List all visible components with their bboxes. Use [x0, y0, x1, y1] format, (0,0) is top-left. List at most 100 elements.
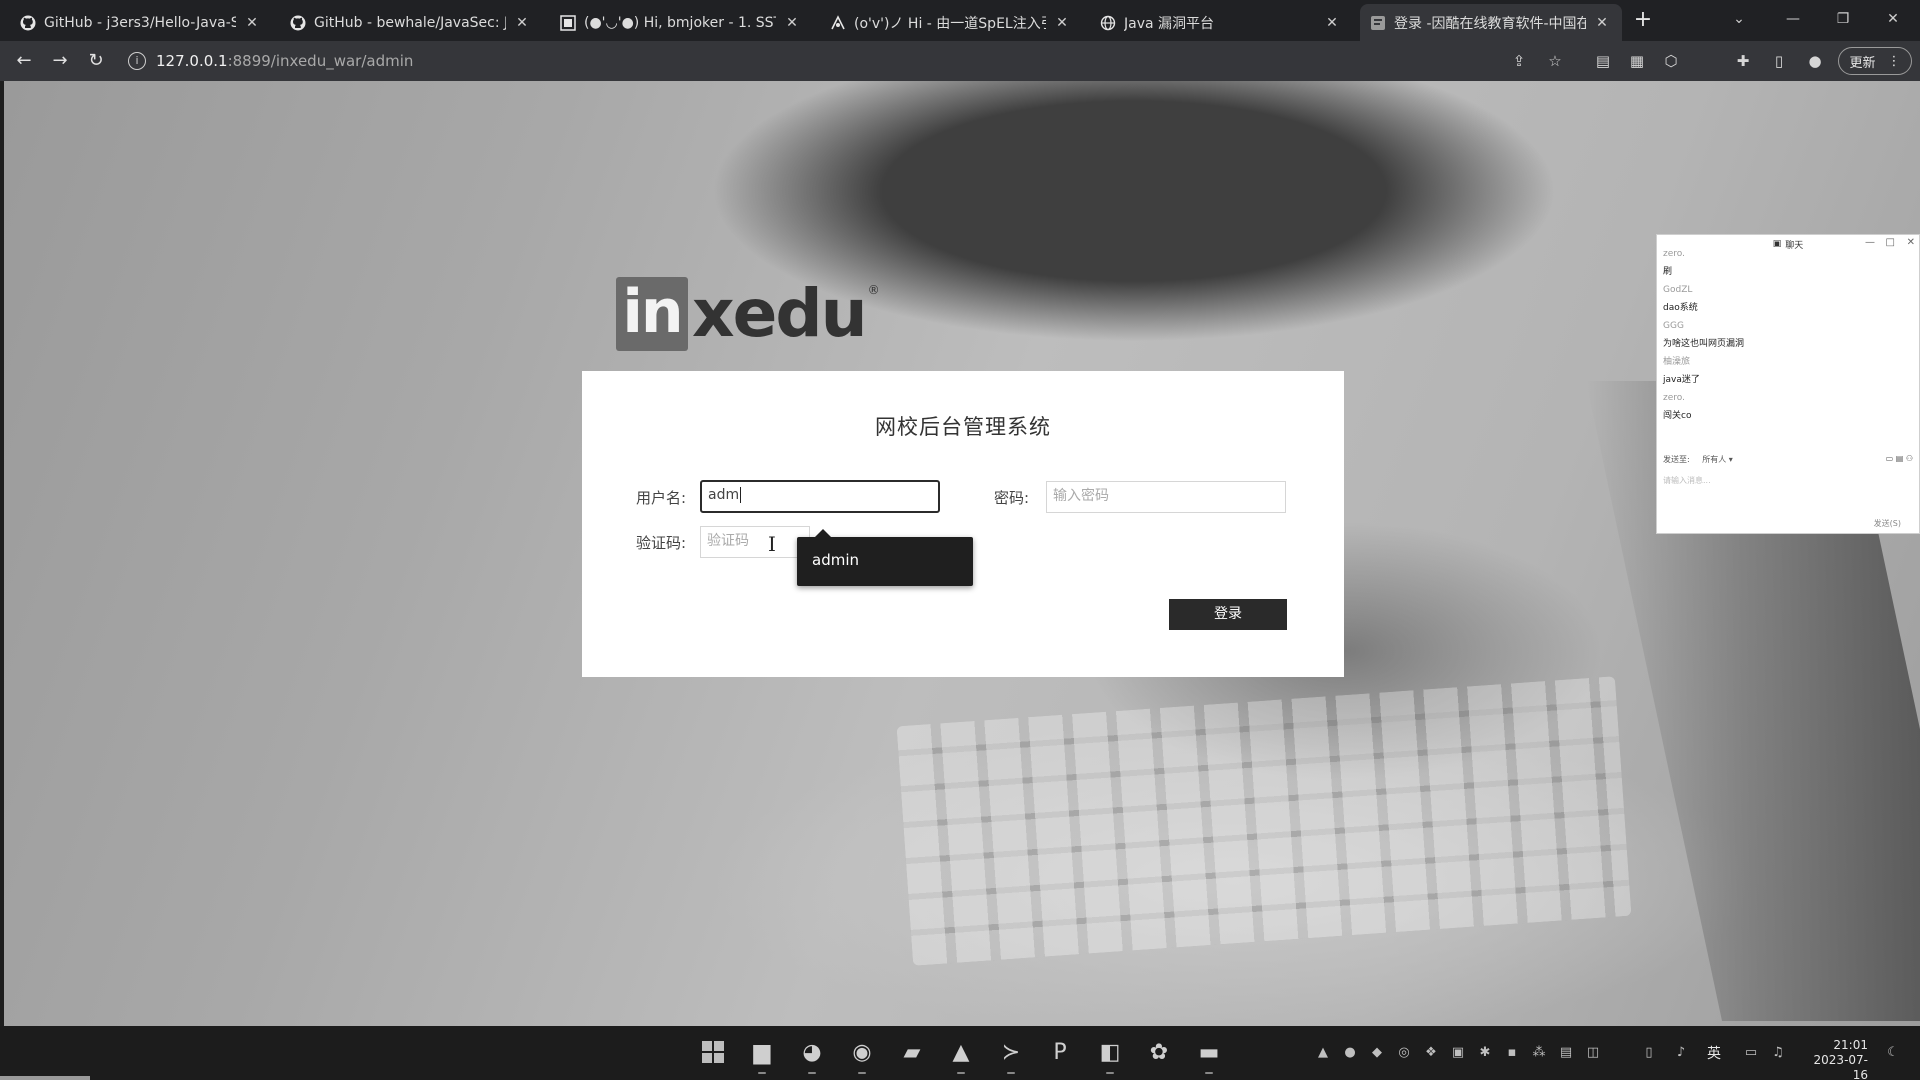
minimize-icon[interactable]: —	[1865, 237, 1875, 248]
input-method-indicator[interactable]: 英	[1707, 1043, 1721, 1063]
username-label: 用户名:	[636, 489, 687, 507]
tray-shield-icon[interactable]: ◆	[1368, 1044, 1386, 1062]
login-button[interactable]: 登录	[1169, 599, 1287, 630]
minimize-icon[interactable]: —	[1770, 0, 1816, 38]
extension-icon[interactable]: ▦	[1626, 50, 1648, 72]
chevron-down-icon: ▾	[1728, 455, 1733, 464]
share-icon[interactable]: ⇪	[1508, 50, 1530, 72]
chat-sender-name: zero.	[1663, 393, 1685, 403]
bookmark-star-icon[interactable]: ☆	[1544, 50, 1566, 72]
clock-time: 21:01	[1833, 1038, 1868, 1052]
file-explorer-icon[interactable]: ▆	[746, 1036, 778, 1074]
more-menu-icon[interactable]: ⋮	[1888, 54, 1901, 69]
tray-app-icon[interactable]: ▲	[1314, 1044, 1332, 1062]
p-app-icon[interactable]: P	[1044, 1036, 1076, 1068]
tray-app-icon[interactable]: ▤	[1557, 1044, 1575, 1062]
close-icon[interactable]: ✕	[782, 15, 802, 31]
login-panel: 网校后台管理系统 用户名: adm 密码: 输入密码 验证码: 验证码 登录	[582, 371, 1344, 677]
chat-send-button[interactable]: 发送(S)	[1874, 518, 1901, 529]
battery-icon[interactable]: ▯	[1640, 1044, 1658, 1062]
site-icon	[830, 14, 846, 31]
close-icon[interactable]: ✕	[1907, 237, 1915, 248]
autocomplete-suggestion[interactable]: admin	[797, 529, 973, 586]
photos-app-icon[interactable]: ▲	[945, 1036, 977, 1074]
update-button[interactable]: 更新 ⋮	[1838, 47, 1912, 75]
username-input[interactable]: adm	[700, 480, 940, 513]
tab-java-vuln-platform[interactable]: Java 漏洞平台 ✕	[1090, 4, 1352, 41]
tray-app-icon[interactable]: ◫	[1584, 1044, 1602, 1062]
tab-title: (o'v')ノ Hi - 由一道SpEL注入引	[854, 15, 1046, 32]
password-input[interactable]: 输入密码	[1046, 481, 1286, 513]
notes-app-icon[interactable]: ▰	[896, 1036, 928, 1068]
chrome-browser-icon[interactable]: ◉	[846, 1036, 878, 1074]
tray-app-icon[interactable]: ❖	[1422, 1044, 1440, 1062]
tab-title: Java 漏洞平台	[1124, 15, 1215, 32]
password-label: 密码:	[994, 489, 1030, 507]
tray-app-icon[interactable]: ▣	[1449, 1044, 1467, 1062]
side-panel-icon[interactable]: ▯	[1768, 50, 1790, 72]
forward-icon[interactable]: →	[46, 47, 74, 75]
intellij-icon[interactable]: ◧	[1094, 1036, 1126, 1074]
chat-sender-name: 柚澡旅	[1663, 357, 1691, 367]
close-icon[interactable]: ✕	[512, 15, 532, 31]
address-bar[interactable]: i 127.0.0.1 :8899/inxedu_war/admin	[128, 46, 1528, 76]
tab-search-icon[interactable]: ⌄	[1716, 0, 1762, 38]
tab-bmjoker-ssti[interactable]: (●'◡'●) Hi, bmjoker - 1. SSTI ✕	[550, 4, 812, 41]
remote-desktop-icon[interactable]: ▬	[1193, 1036, 1225, 1074]
network-icon[interactable]: ▭	[1742, 1044, 1760, 1062]
terminal-icon[interactable]: ≻	[995, 1036, 1027, 1074]
chat-input[interactable]: 请输入消息...	[1663, 475, 1711, 486]
tab-javasec[interactable]: GitHub - bewhale/JavaSec: Ja ✕	[280, 4, 542, 41]
tab-spel-injection[interactable]: (o'v')ノ Hi - 由一道SpEL注入引 ✕	[820, 4, 1082, 41]
browser-toolbar: ← → ↻ i 127.0.0.1 :8899/inxedu_war/admin…	[0, 41, 1920, 81]
inxedu-logo: in xedu ®	[616, 277, 880, 351]
tab-title: GitHub - bewhale/JavaSec: Ja	[314, 14, 506, 31]
captcha-input[interactable]: 验证码	[700, 526, 810, 558]
close-icon[interactable]: ✕	[1052, 15, 1072, 31]
chat-header: ▣ 聊天 — □ ✕	[1657, 235, 1919, 253]
logo-in: in	[616, 277, 688, 351]
tray-app-icon[interactable]: ◎	[1395, 1044, 1413, 1062]
update-label: 更新	[1849, 55, 1876, 71]
chat-send-bar: 发送至: 所有人 ▾ ▭ ▤ ⚇	[1663, 454, 1913, 468]
tray-app-icon[interactable]: ▪	[1503, 1044, 1521, 1062]
send-to-label: 发送至:	[1663, 455, 1690, 464]
start-windows-icon[interactable]	[697, 1036, 729, 1068]
tray-app-icon[interactable]: ●	[1341, 1044, 1359, 1062]
tab-title: 登录 -因酷在线教育软件-中国在	[1394, 15, 1586, 32]
edge-browser-icon[interactable]: ◕	[796, 1036, 828, 1074]
volume-icon[interactable]: ♫	[1769, 1044, 1787, 1062]
tab-title: (●'◡'●) Hi, bmjoker - 1. SSTI	[584, 14, 776, 31]
extension-icon[interactable]: ▤	[1592, 50, 1614, 72]
maximize-icon[interactable]: □	[1886, 237, 1895, 248]
recipient-select[interactable]: 所有人	[1702, 455, 1726, 464]
microphone-icon[interactable]: ♪	[1672, 1044, 1690, 1062]
tray-app-icon[interactable]: ⁂	[1530, 1044, 1548, 1062]
tray-app-icon[interactable]: ✱	[1476, 1044, 1494, 1062]
extension-icon[interactable]: ⬡	[1660, 50, 1682, 72]
close-icon[interactable]: ✕	[1322, 15, 1342, 31]
new-tab-button[interactable]: +	[1630, 8, 1656, 34]
chat-title: 聊天	[1785, 240, 1804, 251]
window-close-icon[interactable]: ✕	[1870, 0, 1916, 38]
close-icon[interactable]: ✕	[1592, 15, 1612, 31]
extensions-puzzle-icon[interactable]: ✚	[1732, 50, 1754, 72]
url-path: :8899/inxedu_war/admin	[227, 52, 414, 70]
chat-message-list: zero. 刷 GodZL dao系统 GGG 为啥这也叫网页漏洞 柚澡旅 java迷了 zer…	[1657, 245, 1919, 425]
chat-message-text: 为啥这也叫网页漏洞	[1663, 339, 1745, 349]
notification-icon[interactable]: ☾	[1884, 1044, 1902, 1062]
back-icon[interactable]: ←	[10, 47, 38, 75]
system-clock[interactable]: 21:01 2023-07-16	[1804, 1038, 1868, 1080]
github-icon	[290, 15, 306, 31]
site-info-icon[interactable]: i	[128, 52, 146, 70]
tab-hello-java-sec[interactable]: GitHub - j3ers3/Hello-Java-Se ✕	[10, 4, 272, 41]
close-icon[interactable]: ✕	[242, 15, 262, 31]
username-value: adm	[708, 487, 740, 503]
profile-icon[interactable]: ●	[1804, 50, 1826, 72]
page-icon	[1370, 15, 1386, 31]
reload-icon[interactable]: ↻	[82, 47, 110, 75]
chat-tools-icon[interactable]: ▭ ▤ ⚇	[1886, 454, 1913, 463]
tab-inxedu-login[interactable]: 登录 -因酷在线教育软件-中国在 ✕	[1360, 4, 1622, 41]
feather-app-icon[interactable]: ✿	[1143, 1036, 1175, 1068]
restore-icon[interactable]: ❐	[1820, 0, 1866, 38]
